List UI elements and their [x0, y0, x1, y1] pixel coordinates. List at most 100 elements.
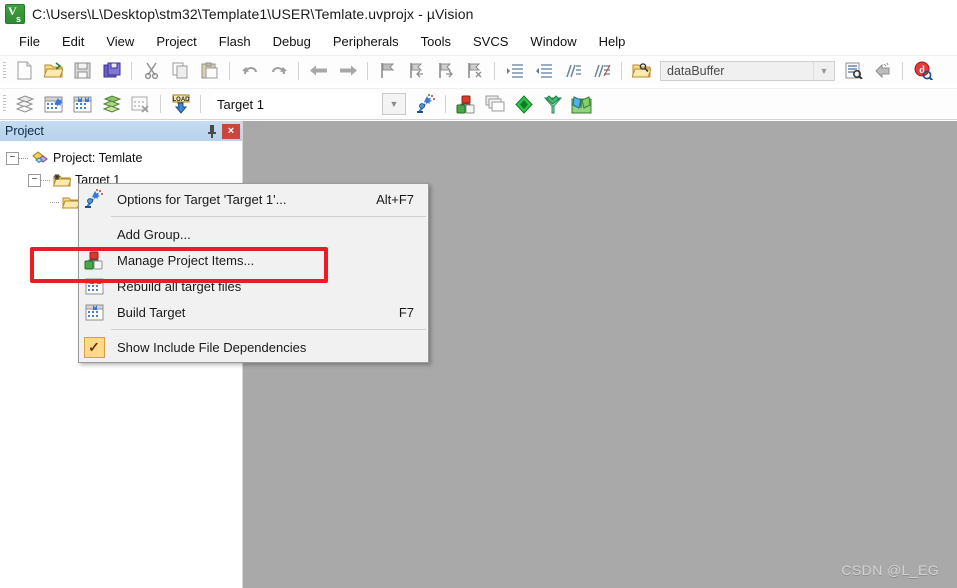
toolbar-separator [200, 95, 201, 113]
books-icon[interactable] [567, 91, 596, 117]
menu-item-manage-project-items[interactable]: Manage Project Items... [79, 247, 428, 273]
chevron-down-icon[interactable]: ▼ [382, 93, 406, 115]
expander-icon[interactable]: − [28, 173, 41, 187]
open-file-browse-icon[interactable] [627, 58, 656, 84]
menu-item-build-target-label: Build Target [117, 304, 186, 320]
menu-item-show-include-file-dependencies-label: Show Include File Dependencies [117, 339, 307, 355]
tree-connector [41, 179, 51, 181]
find-in-files-icon[interactable] [839, 58, 868, 84]
build-icon [79, 299, 109, 325]
bookmark-next-icon[interactable] [431, 58, 460, 84]
svg-text:d: d [919, 65, 925, 76]
options-for-target-icon[interactable] [411, 91, 440, 117]
project-icon [31, 150, 49, 166]
menu-project[interactable]: Project [145, 31, 207, 52]
menu-help[interactable]: Help [588, 31, 637, 52]
uncomment-icon[interactable] [587, 58, 616, 84]
download-icon[interactable]: LOAD [166, 91, 195, 117]
main-toolbar: dataBuffer ▼ d [0, 55, 957, 85]
indent-icon[interactable] [500, 58, 529, 84]
menu-file[interactable]: File [8, 31, 51, 52]
menu-view[interactable]: View [95, 31, 145, 52]
paste-icon[interactable] [195, 58, 224, 84]
undo-icon[interactable] [235, 58, 264, 84]
menu-bar: File Edit View Project Flash Debug Perip… [0, 28, 957, 54]
find-combo-value[interactable]: dataBuffer [661, 64, 813, 78]
menu-item-options-for-target-label: Options for Target 'Target 1'... [117, 191, 287, 207]
project-panel-header: Project × [0, 121, 242, 141]
debug-start-icon[interactable]: d [908, 58, 937, 84]
open-folder-icon[interactable] [39, 58, 68, 84]
window-title: C:\Users\L\Desktop\stm32\Template1\USER\… [32, 6, 474, 22]
build-icon[interactable] [39, 91, 68, 117]
manage-run-time-env-icon[interactable] [538, 91, 567, 117]
toolbar-grip[interactable] [3, 95, 6, 113]
menu-separator [111, 329, 426, 330]
outdent-icon[interactable] [529, 58, 558, 84]
tree-node-project-label: Project: Temlate [53, 151, 143, 165]
pack-installer-icon[interactable] [509, 91, 538, 117]
menu-item-rebuild-all-target-files[interactable]: Rebuild all target files [79, 273, 428, 299]
uvision-window: C:\Users\L\Desktop\stm32\Template1\USER\… [0, 0, 957, 588]
menu-separator [111, 216, 426, 217]
menu-debug[interactable]: Debug [262, 31, 322, 52]
tree-connector [19, 157, 29, 159]
toolbar-separator [445, 95, 446, 113]
menu-window[interactable]: Window [519, 31, 587, 52]
manage-multi-project-icon[interactable] [480, 91, 509, 117]
copy-icon[interactable] [166, 58, 195, 84]
stop-build-icon[interactable] [126, 91, 155, 117]
toolbar-separator [494, 61, 495, 80]
navigate-back-icon[interactable] [304, 58, 333, 84]
manage-project-items-icon [79, 247, 109, 273]
new-file-icon[interactable] [10, 58, 39, 84]
toolbar-separator [902, 61, 903, 80]
bookmark-toggle-icon[interactable] [373, 58, 402, 84]
options-for-target-icon [79, 186, 109, 212]
manage-project-items-icon[interactable] [451, 91, 480, 117]
target-combo-value[interactable]: Target 1 [213, 97, 382, 112]
menu-item-options-for-target[interactable]: Options for Target 'Target 1'... Alt+F7 [79, 186, 428, 212]
rebuild-icon[interactable] [68, 91, 97, 117]
menu-item-add-group[interactable]: Add Group... [79, 221, 428, 247]
tree-node-project[interactable]: − Project: Temlate [0, 147, 242, 169]
bookmark-clear-icon[interactable] [460, 58, 489, 84]
expander-icon[interactable]: − [6, 151, 19, 165]
rebuild-icon [79, 273, 109, 299]
menu-item-add-group-label: Add Group... [117, 226, 191, 242]
save-all-icon[interactable] [97, 58, 126, 84]
menu-item-gutter [79, 221, 109, 247]
toolbar-separator [229, 61, 230, 80]
toolbar-grip[interactable] [3, 61, 6, 80]
menu-edit[interactable]: Edit [51, 31, 95, 52]
batch-build-icon[interactable] [97, 91, 126, 117]
pin-icon[interactable] [204, 123, 220, 139]
checked-box-icon[interactable]: ✓ [79, 334, 109, 360]
menu-flash[interactable]: Flash [208, 31, 262, 52]
menu-item-build-target[interactable]: Build Target F7 [79, 299, 428, 325]
translate-icon[interactable] [10, 91, 39, 117]
target-folder-icon [52, 172, 72, 188]
comment-icon[interactable] [558, 58, 587, 84]
menu-peripherals[interactable]: Peripherals [322, 31, 410, 52]
target-combo[interactable]: Target 1 ▼ [212, 93, 407, 115]
menu-tools[interactable]: Tools [410, 31, 462, 52]
svg-text:LOAD: LOAD [172, 97, 190, 103]
menu-svcs[interactable]: SVCS [462, 31, 519, 52]
project-context-menu: Options for Target 'Target 1'... Alt+F7 … [78, 183, 429, 363]
incremental-find-icon[interactable] [868, 58, 897, 84]
navigate-forward-icon[interactable] [333, 58, 362, 84]
menu-item-show-include-file-dependencies[interactable]: ✓ Show Include File Dependencies [79, 334, 428, 360]
find-combo[interactable]: dataBuffer ▼ [660, 60, 835, 81]
tree-connector [50, 201, 60, 203]
save-icon[interactable] [68, 58, 97, 84]
redo-icon[interactable] [264, 58, 293, 84]
bookmark-prev-icon[interactable] [402, 58, 431, 84]
cut-icon[interactable] [137, 58, 166, 84]
menu-item-options-for-target-accel: Alt+F7 [376, 191, 414, 207]
uvision-icon [5, 4, 25, 24]
close-icon[interactable]: × [222, 123, 240, 139]
menu-item-rebuild-all-target-files-label: Rebuild all target files [117, 278, 242, 294]
toolbar-separator [160, 95, 161, 113]
chevron-down-icon[interactable]: ▼ [813, 61, 834, 80]
